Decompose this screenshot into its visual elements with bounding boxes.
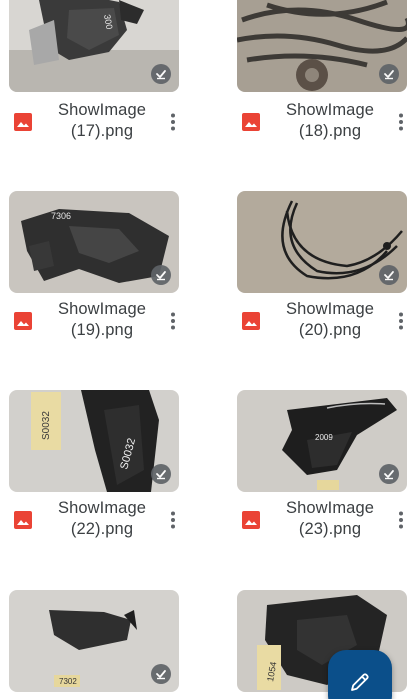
pencil-icon — [351, 673, 369, 691]
image-file-icon — [13, 311, 33, 331]
thumb-label: 2009 — [315, 433, 333, 442]
file-meta: ShowImage (23).png — [237, 498, 411, 548]
offline-check-icon — [151, 265, 171, 285]
file-thumbnail[interactable] — [237, 0, 407, 92]
image-file-icon — [13, 112, 33, 132]
image-file-icon — [241, 311, 261, 331]
file-grid: 300 ShowImage (17).png ShowImage (18).pn… — [0, 0, 411, 699]
image-file-icon — [241, 112, 261, 132]
more-vert-icon[interactable] — [161, 309, 185, 333]
offline-check-icon — [151, 64, 171, 84]
thumb-label: 7302 — [59, 677, 77, 686]
more-vert-icon[interactable] — [389, 110, 411, 134]
more-vert-icon[interactable] — [161, 110, 185, 134]
offline-check-icon — [379, 64, 399, 84]
offline-check-icon — [151, 464, 171, 484]
more-vert-icon[interactable] — [389, 508, 411, 532]
thumb-label: S0032 — [41, 411, 52, 440]
more-vert-icon[interactable] — [389, 309, 411, 333]
file-name: ShowImage (20).png — [285, 300, 375, 339]
file-meta: ShowImage (20).png — [237, 299, 411, 349]
offline-check-icon — [379, 265, 399, 285]
thumb-label: 7306 — [51, 211, 71, 221]
offline-check-icon — [379, 464, 399, 484]
image-file-icon — [241, 510, 261, 530]
file-thumbnail[interactable]: S0032 S0032 — [9, 390, 179, 492]
file-thumbnail[interactable]: 7306 — [9, 191, 179, 293]
file-name: ShowImage (22).png — [57, 499, 147, 538]
file-name: ShowImage (17).png — [57, 101, 147, 140]
file-name: ShowImage (19).png — [57, 300, 147, 339]
file-thumbnail[interactable]: 7302 — [9, 590, 179, 692]
file-thumbnail[interactable] — [237, 191, 407, 293]
file-thumbnail[interactable]: 2009 — [237, 390, 407, 492]
file-name: ShowImage (18).png — [285, 101, 375, 140]
image-file-icon — [13, 510, 33, 530]
file-meta: ShowImage (18).png — [237, 100, 411, 150]
edit-fab-button[interactable] — [328, 650, 392, 699]
more-vert-icon[interactable] — [161, 508, 185, 532]
offline-check-icon — [151, 664, 171, 684]
file-meta: ShowImage (17).png — [9, 100, 189, 150]
file-meta: ShowImage (19).png — [9, 299, 189, 349]
file-thumbnail[interactable]: 300 — [9, 0, 179, 92]
file-name: ShowImage (23).png — [285, 499, 375, 538]
file-meta: ShowImage (22).png — [9, 498, 189, 548]
